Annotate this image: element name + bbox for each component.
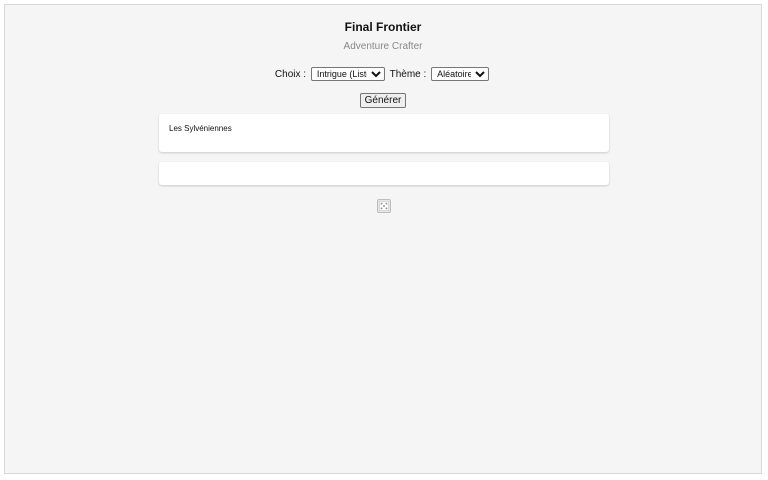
theme-label: Thème :	[389, 68, 427, 80]
choix-label: Choix :	[274, 68, 307, 80]
choix-select[interactable]: Intrigue (Liste)	[310, 67, 385, 81]
generate-button[interactable]: Générer	[359, 93, 407, 108]
generate-row: Générer	[5, 90, 761, 108]
theme-select[interactable]: Aléatoire	[431, 67, 490, 81]
app-panel: Final Frontier Adventure Crafter Choix :…	[4, 4, 762, 474]
page-title: Final Frontier	[344, 20, 422, 34]
controls-row: Choix : Intrigue (Liste) Thème : Aléatoi…	[5, 67, 761, 81]
result-card: Les Sylvéniennes	[159, 114, 609, 152]
secondary-result-card	[159, 162, 609, 185]
result-text: Les Sylvéniennes	[169, 124, 232, 133]
dice-icon[interactable]	[377, 199, 391, 213]
page-subtitle: Adventure Crafter	[343, 41, 423, 52]
